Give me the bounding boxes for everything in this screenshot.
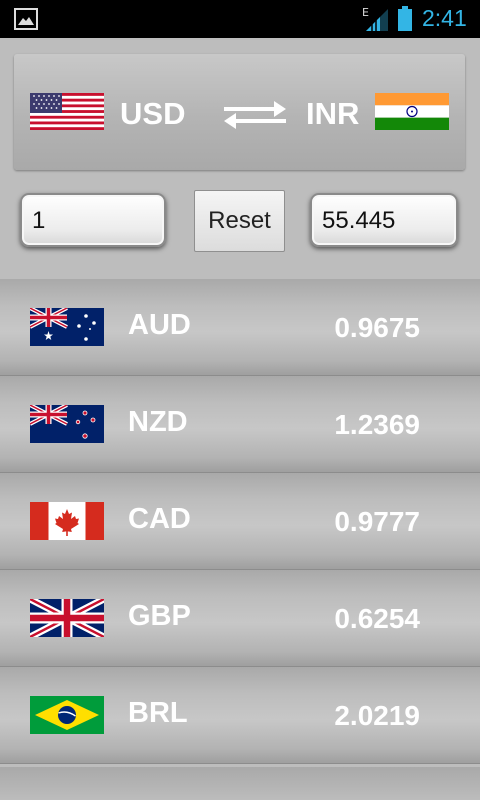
amount-input[interactable]: 1 [20,193,166,247]
us-flag-icon[interactable] [30,93,104,130]
signal-icon: E [362,6,388,31]
result-field[interactable]: 55.445 [310,193,458,247]
list-item-cad[interactable]: CAD 0.9777 [0,473,480,570]
uk-flag-icon [30,599,104,637]
rate-value: 0.6254 [334,603,420,634]
rates-list: AUD 0.9675 NZD 1.2369 CAD 0.9777 GBP 0.6… [0,279,480,764]
canada-flag-icon [30,502,104,540]
svg-text:E: E [362,6,369,19]
battery-icon [398,6,412,31]
list-item-gbp[interactable]: GBP 0.6254 [0,570,480,667]
swap-arrows-icon[interactable] [220,97,290,131]
new-zealand-flag-icon [30,405,104,443]
currency-code: CAD [128,503,191,535]
from-currency-code[interactable]: USD [120,96,185,132]
status-bar: E 2:41 [0,0,480,38]
rate-value: 0.9777 [334,506,420,537]
status-clock: 2:41 [422,5,467,31]
rate-value: 1.2369 [334,409,420,440]
list-item-nzd[interactable]: NZD 1.2369 [0,376,480,473]
list-item-aud[interactable]: AUD 0.9675 [0,279,480,376]
currency-pair-panel: USD INR [14,54,465,170]
list-item-brl[interactable]: BRL 2.0219 [0,667,480,764]
currency-code: BRL [128,697,188,729]
brazil-flag-icon [30,696,104,734]
to-currency-code[interactable]: INR [306,96,359,132]
currency-code: NZD [128,406,188,438]
rate-value: 0.9675 [334,312,420,343]
india-flag-icon[interactable] [375,93,449,130]
list-bottom-edge [0,767,480,800]
currency-code: GBP [128,600,191,632]
australia-flag-icon [30,308,104,346]
reset-button[interactable]: Reset [194,190,285,252]
gallery-icon [14,8,38,30]
rate-value: 2.0219 [334,700,420,731]
currency-code: AUD [128,309,191,341]
